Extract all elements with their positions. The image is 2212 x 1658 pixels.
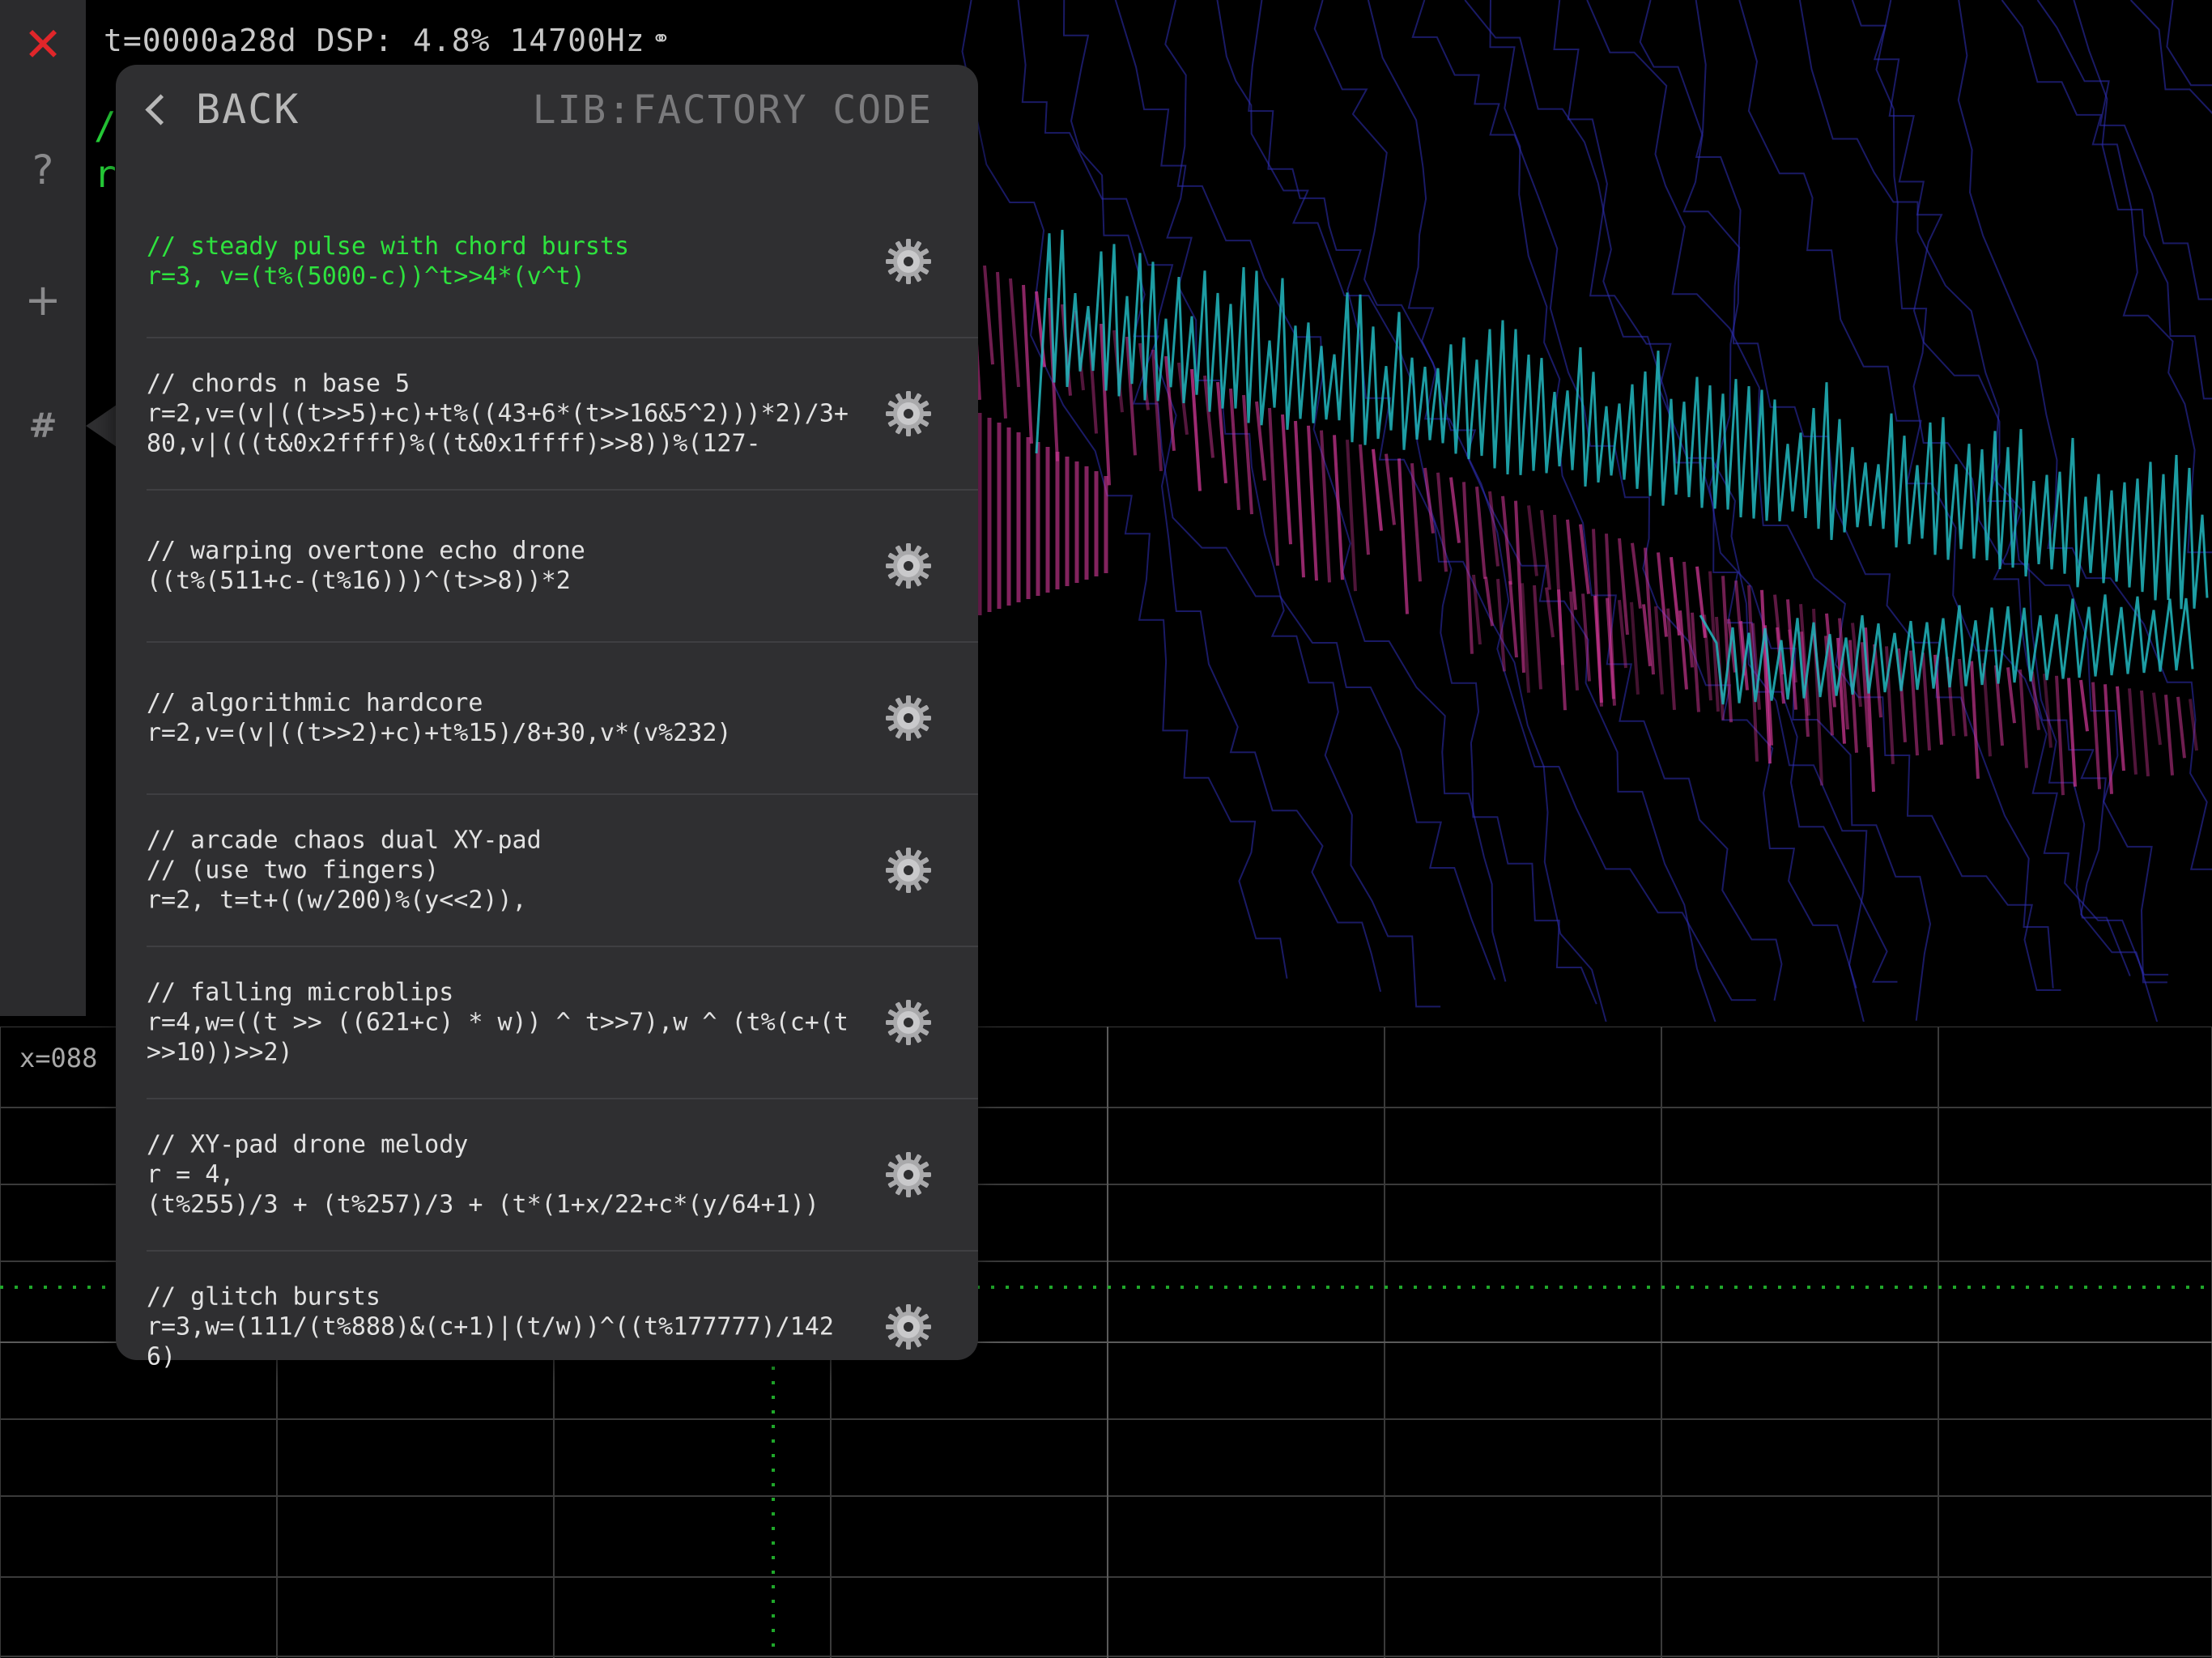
app-root: x=088 / r t=0000a28d DSP: 4.8% 14700Hz ⚭ … (0, 0, 2212, 1658)
gear-icon[interactable] (884, 1303, 933, 1351)
popover-title: LIB:FACTORY CODE (532, 87, 933, 133)
popover-arrow (86, 405, 117, 447)
gear-icon[interactable] (884, 694, 933, 742)
code-editor-line[interactable]: r (94, 152, 117, 196)
status-text: t=0000a28d DSP: 4.8% 14700Hz (104, 23, 645, 58)
back-button[interactable]: BACK (143, 81, 300, 138)
chevron-left-icon (145, 93, 177, 125)
code-editor-line[interactable]: / (94, 104, 117, 147)
popover-header: BACK LIB:FACTORY CODE (116, 65, 978, 154)
entry-code: // chords n base 5 r=2,v=(v|((t>>5)+c)+t… (147, 369, 849, 458)
gear-icon[interactable] (884, 998, 933, 1047)
entry-code: // glitch bursts r=3,w=(111/(t%888)&(c+1… (147, 1282, 834, 1371)
entry-code: // arcade chaos dual XY-pad // (use two … (147, 826, 542, 915)
add-icon[interactable]: + (0, 255, 86, 344)
entry-code: // algorithmic hardcore r=2,v=(v|((t>>2)… (147, 689, 732, 747)
library-entry[interactable]: // glitch bursts r=3,w=(111/(t%888)&(c+1… (147, 1252, 978, 1402)
entry-code: // XY-pad drone melody r = 4, (t%255)/3 … (147, 1130, 819, 1219)
back-label: BACK (196, 86, 300, 133)
library-popover: BACK LIB:FACTORY CODE // steady pulse wi… (116, 65, 978, 1371)
x-readout: x=088 (19, 1043, 98, 1073)
entry-code: // falling microblips r=4,w=((t >> ((621… (147, 978, 849, 1067)
library-entry[interactable]: // warping overtone echo drone ((t%(511+… (147, 491, 978, 643)
library-entry[interactable]: // steady pulse with chord bursts r=3, v… (147, 186, 978, 338)
library-entry[interactable]: // falling microblips r=4,w=((t >> ((621… (147, 947, 978, 1099)
link-icon: ⚭ (651, 25, 672, 52)
status-line: t=0000a28d DSP: 4.8% 14700Hz ⚭ (104, 23, 671, 58)
entry-code: // steady pulse with chord bursts r=3, v… (147, 232, 630, 291)
gear-icon[interactable] (884, 1150, 933, 1199)
gear-icon[interactable] (884, 237, 933, 286)
library-entry[interactable]: // algorithmic hardcore r=2,v=(v|((t>>2)… (147, 643, 978, 795)
close-icon[interactable]: ✕ (0, 0, 86, 89)
library-icon[interactable]: # (0, 380, 86, 470)
help-icon[interactable]: ? (0, 125, 86, 215)
gear-icon[interactable] (884, 389, 933, 438)
left-toolbar: ✕ ? + # (0, 0, 86, 1016)
gear-icon[interactable] (884, 542, 933, 590)
library-entry[interactable]: // arcade chaos dual XY-pad // (use two … (147, 795, 978, 947)
code-library-list: // steady pulse with chord bursts r=3, v… (116, 186, 978, 1402)
library-entry[interactable]: // XY-pad drone melody r = 4, (t%255)/3 … (147, 1099, 978, 1252)
entry-code: // warping overtone echo drone ((t%(511+… (147, 537, 585, 595)
library-entry[interactable]: // chords n base 5 r=2,v=(v|((t>>5)+c)+t… (147, 338, 978, 491)
gear-icon[interactable] (884, 846, 933, 895)
